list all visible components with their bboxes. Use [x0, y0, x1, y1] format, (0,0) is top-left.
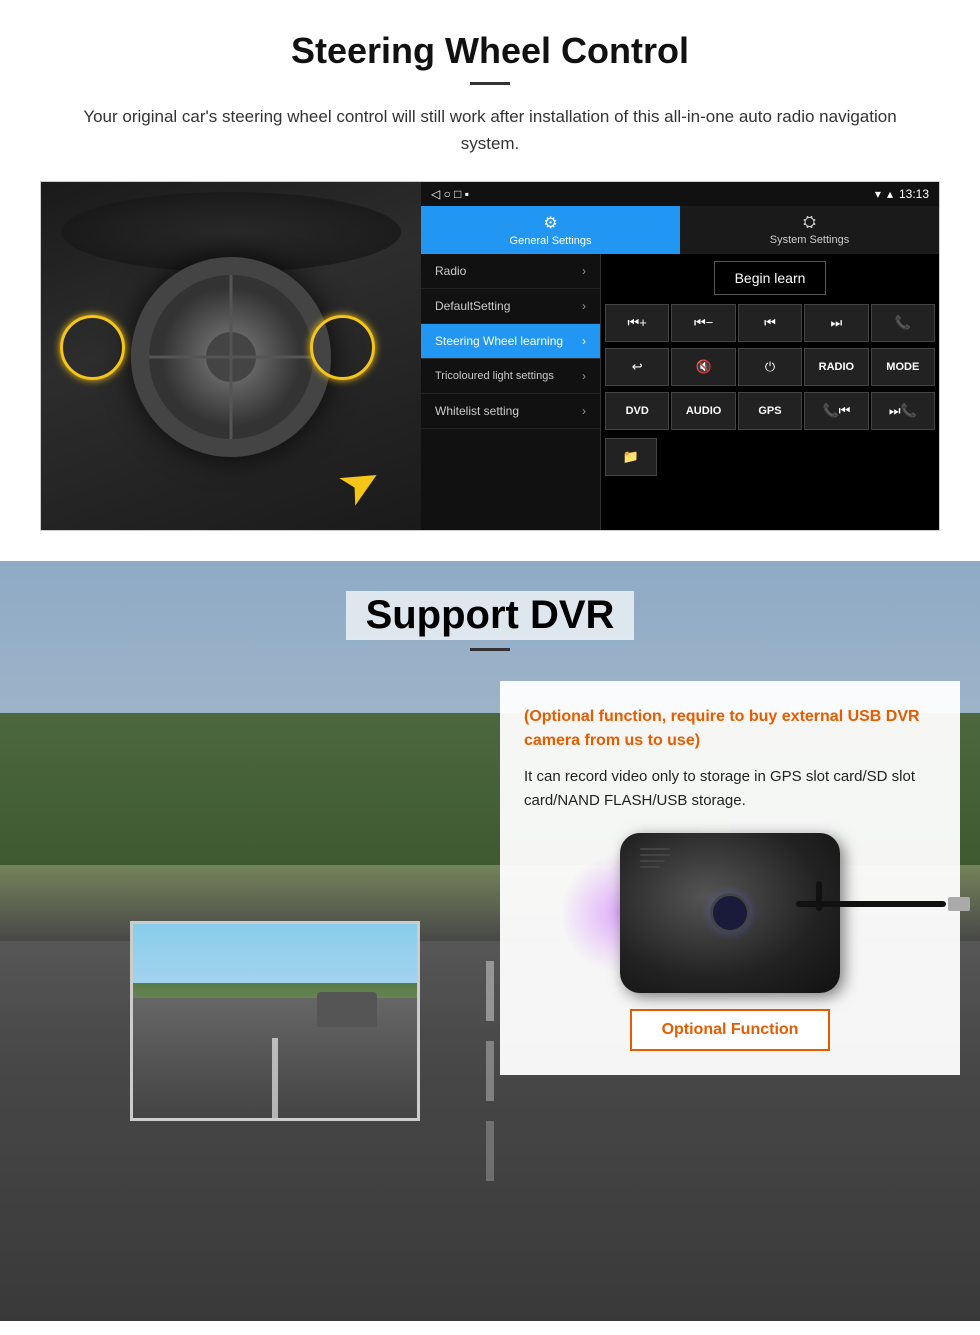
ctrl-mute[interactable]: 🔇: [671, 348, 735, 386]
ctrl-phone-next[interactable]: ⏭📞: [871, 392, 935, 430]
left-control-highlight: [60, 315, 125, 380]
chevron-tricoloured-icon: ›: [582, 369, 586, 383]
steering-section: Steering Wheel Control Your original car…: [0, 0, 980, 551]
dvr-title-divider: [470, 648, 510, 651]
tab-general-label: General Settings: [510, 235, 592, 247]
control-buttons-row2: ↩ 🔇 ⏻ RADIO MODE: [601, 346, 939, 388]
ctrl-file[interactable]: 📁: [605, 438, 657, 476]
camera-lens: [710, 893, 750, 933]
menu-whitelist-label: Whitelist setting: [435, 404, 519, 418]
system-settings-icon: ⛭: [803, 214, 816, 232]
chevron-whitelist-icon: ›: [582, 404, 586, 418]
ctrl-audio[interactable]: AUDIO: [671, 392, 735, 430]
android-ui: ◁ ○ □ ▪ ▾ ▴ 13:13 ⚙ General Settings ⛭ S…: [421, 182, 939, 530]
general-settings-icon: ⚙: [543, 213, 557, 233]
ctrl-vol-up[interactable]: ⏮+: [605, 304, 669, 342]
menu-item-whitelist[interactable]: Whitelist setting ›: [421, 394, 600, 429]
tab-system-settings[interactable]: ⛭ System Settings: [680, 206, 939, 254]
menu-item-defaultsetting[interactable]: DefaultSetting ›: [421, 289, 600, 324]
screenshot-car: [317, 992, 377, 1027]
dvr-info-card: (Optional function, require to buy exter…: [500, 681, 960, 1075]
camera-with-cable: [620, 833, 840, 993]
menu-item-tricoloured[interactable]: Tricoloured light settings ›: [421, 359, 600, 394]
title-divider: [470, 82, 510, 85]
optional-function-button[interactable]: Optional Function: [630, 1009, 831, 1051]
control-buttons-row1: ⏮+ ⏮− ⏮ ⏭ 📞: [601, 302, 939, 344]
dashcam-screenshot: [130, 921, 420, 1121]
android-statusbar: ◁ ○ □ ▪ ▾ ▴ 13:13: [421, 182, 939, 206]
ctrl-vol-down[interactable]: ⏮−: [671, 304, 735, 342]
chevron-steering-icon: ›: [582, 334, 586, 348]
signal-icon: ▴: [887, 187, 893, 201]
chevron-radio-icon: ›: [582, 264, 586, 278]
tab-system-label: System Settings: [770, 234, 849, 246]
dvr-camera-body: [620, 833, 840, 993]
menu-radio-label: Radio: [435, 264, 466, 278]
usb-cable-assembly: [796, 897, 970, 911]
menu-item-steering[interactable]: Steering Wheel learning ›: [421, 324, 600, 359]
begin-learn-row: Begin learn: [601, 254, 939, 302]
menu-item-radio[interactable]: Radio ›: [421, 254, 600, 289]
ctrl-phone-prev[interactable]: 📞⏮: [804, 392, 868, 430]
ctrl-radio[interactable]: RADIO: [804, 348, 868, 386]
camera-vents: [640, 848, 670, 868]
screenshot-lane: [272, 1038, 278, 1118]
menu-tricoloured-label: Tricoloured light settings: [435, 370, 554, 382]
android-menu: Radio › DefaultSetting › Steering Wheel …: [421, 254, 601, 530]
page-title: Steering Wheel Control: [40, 30, 940, 72]
menu-steering-label: Steering Wheel learning: [435, 334, 563, 348]
section-subtitle: Your original car's steering wheel contr…: [60, 103, 920, 157]
ctrl-gps[interactable]: GPS: [738, 392, 802, 430]
dvr-camera-area: [524, 833, 936, 993]
chevron-default-icon: ›: [582, 299, 586, 313]
status-time: 13:13: [899, 187, 929, 201]
dvr-title-area: Support DVR: [0, 561, 980, 651]
usb-plug: [948, 897, 970, 911]
dvr-section: Support DVR (Optional function, require …: [0, 561, 980, 1321]
ctrl-power[interactable]: ⏻: [738, 348, 802, 386]
usb-cable: [796, 901, 946, 907]
steering-image-bg: ➤: [41, 182, 421, 531]
steering-demo: ➤ ◁ ○ □ ▪ ▾ ▴ 13:13 ⚙ General Settings: [40, 181, 940, 531]
control-buttons-row3: DVD AUDIO GPS 📞⏮ ⏭📞: [601, 390, 939, 432]
tab-general-settings[interactable]: ⚙ General Settings: [421, 206, 680, 254]
android-content: Radio › DefaultSetting › Steering Wheel …: [421, 254, 939, 530]
wifi-icon: ▾: [875, 187, 881, 201]
ctrl-dvd[interactable]: DVD: [605, 392, 669, 430]
ctrl-back[interactable]: ↩: [605, 348, 669, 386]
steering-wheel-image: ➤: [41, 182, 421, 531]
android-buttons: Begin learn ⏮+ ⏮− ⏮ ⏭ 📞 ↩ 🔇 ⏻: [601, 254, 939, 530]
ctrl-prev[interactable]: ⏮: [738, 304, 802, 342]
begin-learn-button[interactable]: Begin learn: [714, 261, 827, 295]
ctrl-mode[interactable]: MODE: [871, 348, 935, 386]
dvr-description: It can record video only to storage in G…: [524, 765, 936, 813]
steering-wheel: [131, 257, 331, 457]
dvr-optional-text: (Optional function, require to buy exter…: [524, 705, 936, 753]
statusbar-icons: ◁ ○ □ ▪: [431, 187, 469, 201]
menu-default-label: DefaultSetting: [435, 299, 510, 313]
ctrl-next[interactable]: ⏭: [804, 304, 868, 342]
android-tabs: ⚙ General Settings ⛭ System Settings: [421, 206, 939, 254]
ctrl-phone[interactable]: 📞: [871, 304, 935, 342]
bottom-icon-row: 📁: [601, 434, 939, 480]
dvr-title: Support DVR: [346, 591, 635, 640]
